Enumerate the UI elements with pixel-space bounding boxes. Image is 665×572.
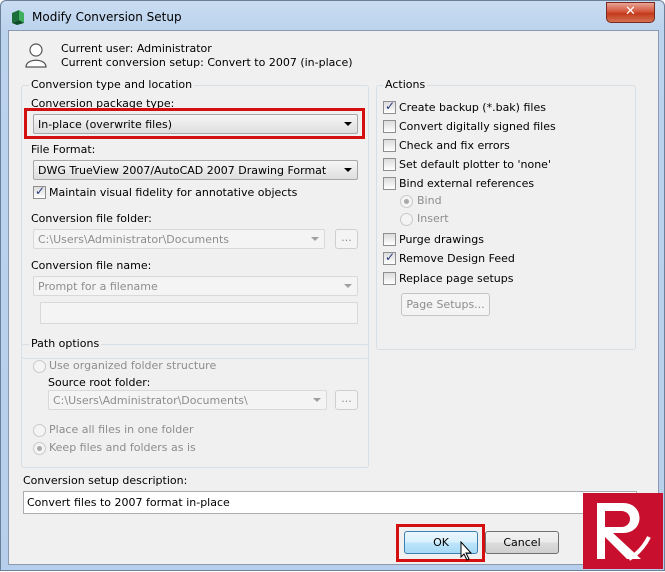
current-setup-text: Current conversion setup: Convert to 200… (61, 56, 353, 69)
file-format-label: File Format: (31, 143, 96, 156)
chevron-down-icon (313, 398, 321, 402)
maintain-fidelity-checkbox[interactable] (33, 184, 46, 199)
create-backup-label: Create backup (*.bak) files (399, 101, 546, 114)
convert-signed-checkbox[interactable] (383, 120, 396, 133)
mouse-cursor-icon (460, 541, 473, 561)
conversion-folder-select: C:\Users\Administrator\Documents (33, 229, 325, 249)
description-value: Convert files to 2007 format in-place (27, 496, 230, 509)
keep-as-is-radio (33, 442, 46, 455)
description-label: Conversion setup description: (23, 474, 188, 487)
title-bar[interactable]: Modify Conversion Setup ✕ (1, 1, 664, 31)
place-all-label: Place all files in one folder (49, 423, 194, 436)
replace-page-setups-checkbox[interactable] (383, 272, 396, 285)
place-all-radio (33, 424, 46, 437)
organized-structure-label: Use organized folder structure (49, 359, 217, 372)
replace-page-setups-label: Replace page setups (399, 272, 514, 285)
create-backup-checkbox[interactable] (383, 99, 396, 114)
chevron-down-icon (344, 168, 352, 172)
page-setups-button: Page Setups... (401, 293, 490, 316)
source-root-value: C:\Users\Administrator\Documents\ (53, 394, 248, 407)
insert-label: Insert (417, 212, 449, 225)
file-name-label: Conversion file name: (31, 259, 152, 272)
check-fix-errors-checkbox[interactable] (383, 139, 396, 152)
file-name-value: Prompt for a filename (38, 280, 158, 293)
purge-drawings-checkbox[interactable] (383, 233, 396, 246)
source-root-label: Source root folder: (48, 376, 151, 389)
conversion-folder-value: C:\Users\Administrator\Documents (38, 233, 230, 246)
conversion-folder-label: Conversion file folder: (31, 212, 152, 225)
dialog-window: Modify Conversion Setup ✕ Current user: … (0, 0, 665, 571)
user-icon (25, 43, 47, 68)
convert-signed-label: Convert digitally signed files (399, 120, 556, 133)
dialog-body: Current user: Administrator Current conv… (8, 30, 659, 565)
description-input[interactable]: Convert files to 2007 format in-place (23, 491, 637, 514)
close-icon: ✕ (625, 4, 636, 19)
bind-label: Bind (417, 194, 442, 207)
chevron-down-icon (311, 237, 319, 241)
conversion-group-title: Conversion type and location (29, 78, 195, 91)
insert-radio (400, 213, 413, 226)
close-button[interactable]: ✕ (606, 2, 655, 23)
purge-drawings-label: Purge drawings (399, 233, 484, 246)
chevron-down-icon (344, 284, 352, 288)
default-plotter-label: Set default plotter to 'none' (399, 158, 551, 171)
remove-design-feed-checkbox[interactable] (383, 250, 396, 265)
organized-structure-radio (33, 360, 46, 373)
bind-xrefs-label: Bind external references (399, 177, 535, 190)
cancel-button[interactable]: Cancel (485, 531, 559, 554)
bind-radio (400, 195, 413, 208)
actions-title: Actions (383, 78, 428, 91)
current-user-text: Current user: Administrator (61, 42, 212, 55)
source-root-select: C:\Users\Administrator\Documents\ (48, 390, 327, 410)
browse-source-root-button: ... (335, 390, 358, 410)
maintain-fidelity-label: Maintain visual fidelity for annotative … (49, 186, 298, 199)
path-options-title: Path options (29, 337, 102, 350)
window-title: Modify Conversion Setup (32, 10, 182, 24)
check-fix-errors-label: Check and fix errors (399, 139, 510, 152)
brand-logo (583, 493, 663, 569)
bind-xrefs-checkbox[interactable] (383, 177, 396, 190)
remove-design-feed-label: Remove Design Feed (399, 252, 515, 265)
file-name-select: Prompt for a filename (33, 276, 358, 296)
file-format-select[interactable]: DWG TrueView 2007/AutoCAD 2007 Drawing F… (33, 160, 358, 180)
browse-folder-button: ... (335, 229, 358, 249)
highlight-frame-package-type (24, 108, 365, 139)
default-plotter-checkbox[interactable] (383, 158, 396, 171)
keep-as-is-label: Keep files and folders as is (49, 441, 196, 454)
file-name-input (40, 302, 358, 324)
brand-logo-icon (597, 503, 651, 561)
file-format-value: DWG TrueView 2007/AutoCAD 2007 Drawing F… (38, 164, 327, 177)
app-icon (12, 10, 24, 25)
